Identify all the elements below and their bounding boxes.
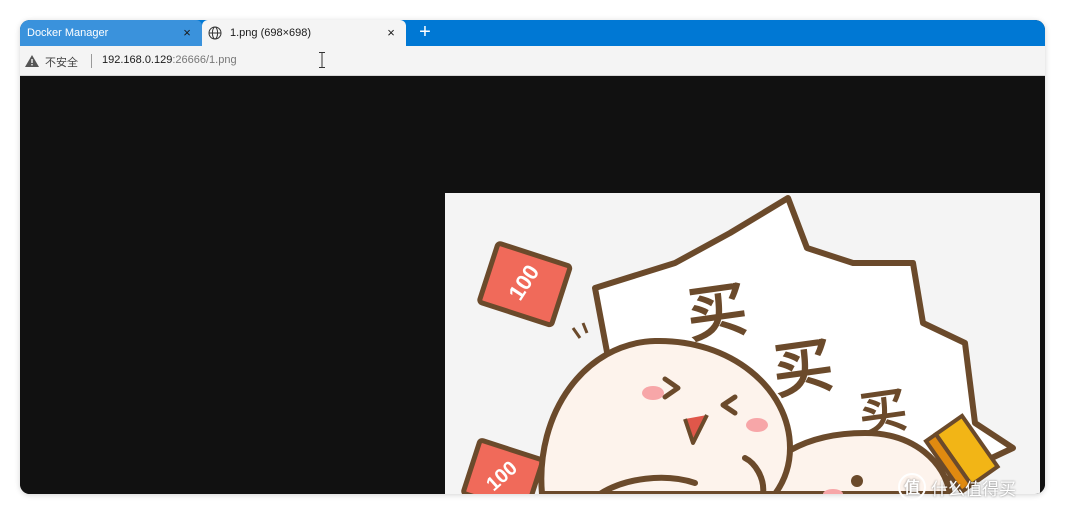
motion-lines (571, 322, 589, 339)
tab-title: 1.png (698×698) (230, 27, 312, 39)
address-bar[interactable]: 不安全 192.168.0.129:26666/1.png (20, 46, 1045, 76)
new-tab-button[interactable]: + (414, 22, 436, 44)
browser-window: Docker Manager × 1.png (698×698) × + 不安全… (20, 20, 1045, 494)
site-watermark: 值 什么值得买 (897, 472, 1016, 502)
character-eye (851, 475, 863, 487)
close-tab-icon[interactable]: × (180, 25, 194, 41)
url-text[interactable]: 192.168.0.129:26666/1.png (102, 54, 237, 66)
image-viewer: 100 100 买 买 买 (20, 80, 1045, 494)
money-note-top: 100 (477, 241, 573, 328)
displayed-image[interactable]: 100 100 买 买 买 (445, 193, 1040, 494)
globe-icon (208, 26, 222, 40)
character-blush (746, 418, 768, 432)
url-path: :26666/1.png (172, 54, 237, 66)
sticker-illustration: 100 100 买 买 买 (461, 195, 1016, 494)
tab-strip: Docker Manager × 1.png (698×698) × + (20, 20, 1045, 46)
close-tab-icon[interactable]: × (384, 25, 398, 41)
tab-image[interactable]: 1.png (698×698) × (202, 20, 406, 46)
character-blush (642, 386, 664, 400)
security-label[interactable]: 不安全 (45, 54, 78, 70)
watermark-logo-icon: 值 (898, 473, 926, 501)
buy-word-2: 买 (768, 330, 837, 408)
money-note-bottom: 100 (461, 438, 545, 494)
address-divider (91, 54, 92, 68)
warning-icon[interactable] (25, 55, 39, 67)
watermark-text: 什么值得买 (931, 479, 1016, 499)
tab-docker-manager[interactable]: Docker Manager × (20, 20, 202, 46)
svg-text:值: 值 (904, 478, 920, 497)
buy-word-1: 买 (682, 274, 751, 352)
tab-title: Docker Manager (27, 27, 109, 39)
text-cursor-icon (319, 52, 325, 68)
url-host: 192.168.0.129 (102, 54, 173, 66)
